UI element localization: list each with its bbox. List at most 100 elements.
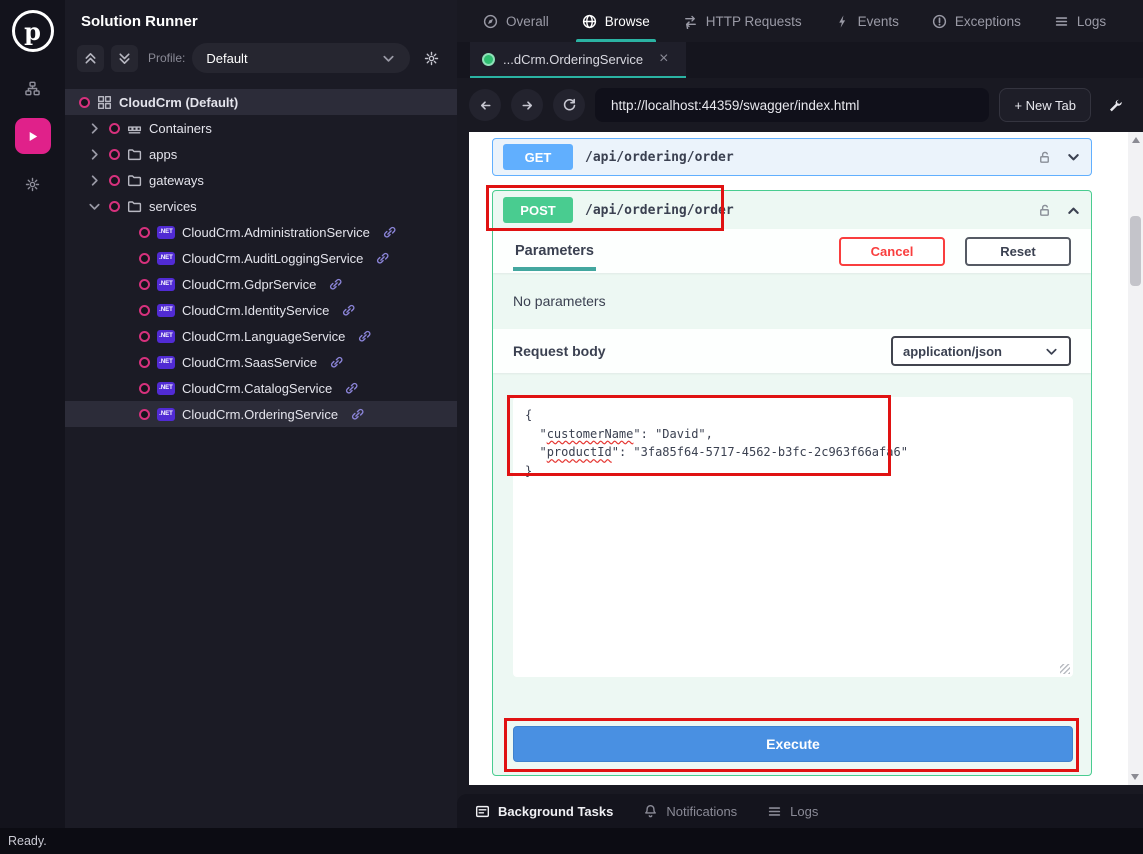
tree-item-label: CloudCrm.OrderingService — [182, 407, 338, 422]
project-grid-icon — [97, 95, 112, 110]
dotnet-badge: .NET — [157, 330, 175, 343]
link-icon — [382, 225, 397, 240]
tab-favicon-icon — [482, 53, 495, 66]
tab-label: Browse — [605, 14, 650, 29]
dotnet-badge: .NET — [157, 226, 175, 239]
status-circle-icon — [139, 383, 150, 394]
chevron-right-icon — [87, 147, 102, 162]
tree-item[interactable]: .NETCloudCrm.IdentityService — [65, 297, 457, 323]
status-circle-icon — [139, 409, 150, 420]
bell-icon — [643, 804, 658, 819]
folder-icon — [127, 173, 142, 188]
swagger-post-row[interactable]: POST /api/ordering/order — [493, 191, 1091, 229]
scrollbar-thumb[interactable] — [1130, 216, 1141, 286]
dotnet-badge: .NET — [157, 278, 175, 291]
tree-item[interactable]: .NET CloudCrm.OrderingService — [65, 401, 457, 427]
tree-item[interactable]: .NETCloudCrm.SaasService — [65, 349, 457, 375]
forward-button[interactable] — [511, 89, 543, 121]
globe-icon — [582, 14, 597, 29]
solution-tree-icon[interactable] — [16, 71, 50, 105]
dotnet-badge: .NET — [157, 304, 175, 317]
list-icon — [767, 804, 782, 819]
tab-close-icon[interactable]: × — [659, 51, 668, 67]
status-circle-icon — [79, 97, 90, 108]
tab-http-requests[interactable]: HTTP Requests — [683, 0, 802, 42]
tree-item[interactable]: services — [65, 193, 457, 219]
tab-label: Exceptions — [955, 14, 1021, 29]
status-circle-icon — [109, 123, 120, 134]
app-window: p Solution Runner Profile: Default Cloud… — [0, 0, 1143, 854]
content-scrollbar[interactable] — [1128, 132, 1143, 785]
run-button[interactable] — [15, 118, 51, 154]
bolt-icon — [835, 14, 850, 29]
link-icon — [328, 277, 343, 292]
new-tab-button[interactable]: + New Tab — [999, 88, 1091, 122]
profile-settings-button[interactable] — [417, 44, 445, 72]
tree-item[interactable]: .NETCloudCrm.LanguageService — [65, 323, 457, 349]
scroll-up-icon[interactable] — [1132, 137, 1140, 143]
collapse-chevron-icon[interactable] — [1066, 203, 1081, 218]
tree-item[interactable]: .NETCloudCrm.AuditLoggingService — [65, 245, 457, 271]
get-path: /api/ordering/order — [585, 150, 734, 165]
tree-item[interactable]: CloudCrm (Default) — [65, 89, 457, 115]
tree-item-label: gateways — [149, 173, 204, 188]
status-circle-icon — [109, 201, 120, 212]
tree-item[interactable]: Containers — [65, 115, 457, 141]
cancel-button[interactable]: Cancel — [839, 237, 945, 266]
tab-overall[interactable]: Overall — [483, 0, 549, 42]
tree-item-label: CloudCrm.CatalogService — [182, 381, 332, 396]
expand-all-button[interactable] — [111, 45, 138, 72]
scroll-down-icon[interactable] — [1131, 774, 1139, 780]
back-button[interactable] — [469, 89, 501, 121]
app-logo: p — [12, 10, 54, 52]
bottom-item-background-tasks[interactable]: Background Tasks — [475, 804, 613, 819]
no-parameters-text: No parameters — [493, 273, 1091, 329]
browser-tools-icon[interactable] — [1101, 98, 1129, 113]
bottom-item-label: Background Tasks — [498, 804, 613, 819]
auth-lock-icon[interactable] — [1037, 203, 1052, 218]
top-tab-bar: Overall Browse HTTP Requests Events Exceptio… — [457, 0, 1143, 42]
sidebar-title: Solution Runner — [65, 0, 457, 39]
dotnet-badge: .NET — [157, 356, 175, 369]
request-body-editor[interactable]: { "customerName": "David", "productId": … — [513, 397, 1073, 677]
expand-chevron-icon[interactable] — [1066, 150, 1081, 165]
browser-tab-strip: ...dCrm.OrderingService × — [457, 42, 1143, 78]
profile-dropdown[interactable]: Default — [192, 43, 410, 73]
get-method-badge: GET — [503, 144, 573, 170]
tree-item-label: CloudCrm.GdprService — [182, 277, 316, 292]
tab-browse[interactable]: Browse — [582, 0, 650, 42]
settings-icon[interactable] — [16, 167, 50, 201]
execute-button[interactable]: Execute — [513, 726, 1073, 762]
post-path: /api/ordering/order — [585, 203, 734, 218]
tree-item[interactable]: apps — [65, 141, 457, 167]
refresh-button[interactable] — [553, 89, 585, 121]
url-input[interactable]: http://localhost:44359/swagger/index.htm… — [595, 88, 989, 122]
tree-item[interactable]: .NETCloudCrm.CatalogService — [65, 375, 457, 401]
auth-lock-icon[interactable] — [1037, 150, 1052, 165]
tab-events[interactable]: Events — [835, 0, 899, 42]
resize-handle[interactable] — [1060, 664, 1070, 674]
bottom-item-logs[interactable]: Logs — [767, 804, 818, 819]
tab-logs[interactable]: Logs — [1054, 0, 1106, 42]
content-type-select[interactable]: application/json — [891, 336, 1071, 366]
dotnet-badge: .NET — [157, 408, 175, 421]
folder-icon — [127, 147, 142, 162]
tree-item[interactable]: gateways — [65, 167, 457, 193]
swap-icon — [683, 14, 698, 29]
tree-item[interactable]: .NETCloudCrm.AdministrationService — [65, 219, 457, 245]
status-circle-icon — [139, 357, 150, 368]
tree-item[interactable]: .NET CloudCrm.GdprService — [65, 271, 457, 297]
browser-content: GET /api/ordering/order POST /api/orderi… — [469, 132, 1143, 785]
swagger-get-row[interactable]: GET /api/ordering/order — [492, 138, 1092, 176]
bottom-item-notifications[interactable]: Notifications — [643, 804, 737, 819]
collapse-all-button[interactable] — [77, 45, 104, 72]
browser-toolbar: http://localhost:44359/swagger/index.htm… — [457, 78, 1143, 132]
sidebar-toolbar: Profile: Default — [65, 39, 457, 83]
tab-exceptions[interactable]: Exceptions — [932, 0, 1021, 42]
request-body-header: Request body application/json — [493, 329, 1091, 373]
browser-tab-orderingservice[interactable]: ...dCrm.OrderingService × — [470, 42, 686, 78]
reset-button[interactable]: Reset — [965, 237, 1071, 266]
post-method-badge: POST — [503, 197, 573, 223]
bottom-item-label: Notifications — [666, 804, 737, 819]
list-icon — [1054, 14, 1069, 29]
